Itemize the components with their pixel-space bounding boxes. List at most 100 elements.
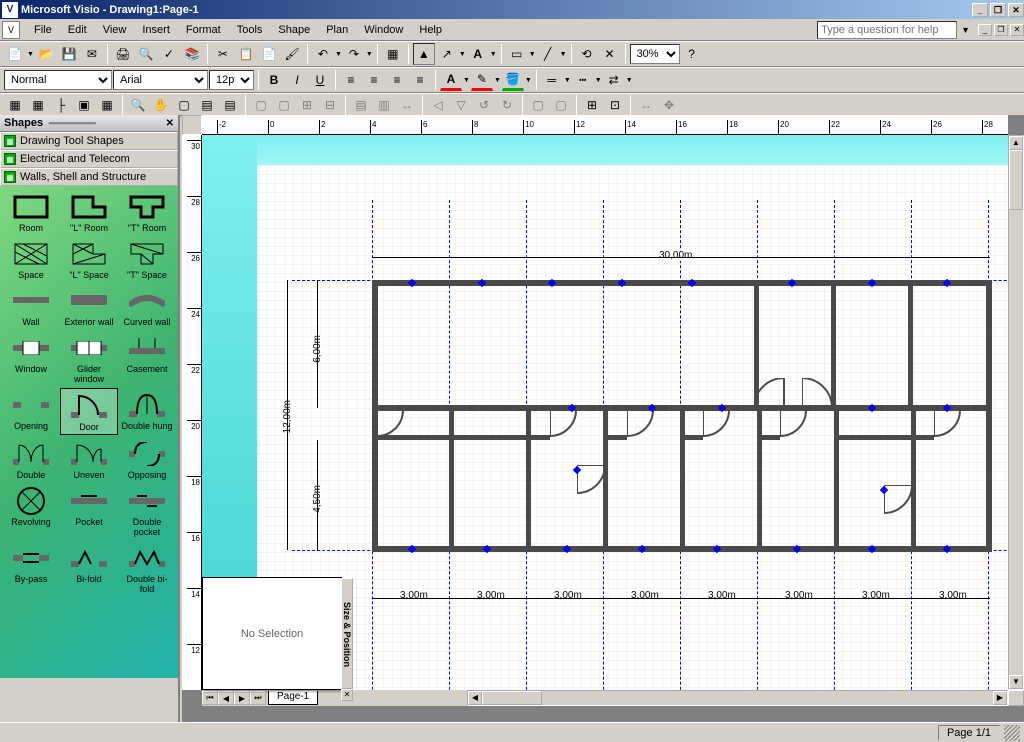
glue-button[interactable]: ▦ <box>96 94 118 116</box>
shape-item-revolving[interactable]: Revolving <box>2 484 60 539</box>
flip-v-button[interactable]: ▽ <box>450 94 472 116</box>
text-tool[interactable]: A <box>467 43 489 65</box>
shape-item-double-bi-fold[interactable]: Double bi-fold <box>118 541 176 596</box>
mail-button[interactable]: ✉ <box>81 43 103 65</box>
menu-file[interactable]: File <box>26 22 60 38</box>
snap-button[interactable]: ▣ <box>73 94 95 116</box>
layer-button[interactable]: ▤ <box>196 94 218 116</box>
canvas[interactable]: 30,00m 6,00m 12,00m 4,50m 3,00m 3,00m 3,… <box>257 165 1008 690</box>
shape-item-bi-fold[interactable]: Bi-fold <box>60 541 118 596</box>
close-button[interactable]: ✕ <box>1008 3 1024 17</box>
shape-item-space[interactable]: Space <box>2 237 60 282</box>
group-button[interactable]: ⊞ <box>296 94 318 116</box>
menu-window[interactable]: Window <box>356 22 411 38</box>
cut-button[interactable]: ✂ <box>212 43 234 65</box>
help-search-input[interactable] <box>817 21 957 39</box>
fontsize-dropdown[interactable]: 12pt <box>209 70 254 90</box>
zoom-in-button[interactable]: 🔍 <box>127 94 149 116</box>
shape-item-double[interactable]: Double <box>2 437 60 482</box>
rotate-button[interactable]: ⟲ <box>576 43 598 65</box>
ruler-corner[interactable] <box>182 115 202 135</box>
last-page-button[interactable]: ⏭ <box>250 691 266 705</box>
paste-button[interactable]: 📄 <box>258 43 280 65</box>
shape-item-glider-window[interactable]: Glider window <box>60 331 118 386</box>
size-position-close[interactable]: ✕ <box>341 689 353 701</box>
italic-button[interactable]: I <box>286 69 308 91</box>
distribute-button[interactable]: ▥ <box>373 94 395 116</box>
shape-item-double-hung[interactable]: Double hung <box>118 388 176 435</box>
menu-edit[interactable]: Edit <box>60 22 95 38</box>
document-icon[interactable]: V <box>2 21 20 39</box>
reroute-button[interactable]: ⊡ <box>604 94 626 116</box>
spell-button[interactable]: ✓ <box>158 43 180 65</box>
horizontal-ruler[interactable]: -20246810121416182022242628 <box>202 115 1008 135</box>
restore-button[interactable]: ❐ <box>990 3 1006 17</box>
fragment-button[interactable]: ▢ <box>550 94 572 116</box>
vertical-scrollbar[interactable]: ▲ ▼ <box>1008 135 1024 690</box>
guides-button[interactable]: ▦ <box>27 94 49 116</box>
page-tab-1[interactable]: Page-1 <box>268 691 318 705</box>
bring-front-button[interactable]: ▢ <box>250 94 272 116</box>
menu-plan[interactable]: Plan <box>318 22 356 38</box>
shapes-window-button[interactable]: ▦ <box>382 43 404 65</box>
align-right-button[interactable]: ≡ <box>386 69 408 91</box>
horizontal-scrollbar[interactable]: ◀ ▶ <box>467 690 1008 706</box>
stencil-electrical[interactable]: ▦Electrical and Telecom <box>0 150 178 168</box>
shapes-close-button[interactable]: ✕ <box>166 118 174 129</box>
help-button[interactable]: ? <box>681 43 703 65</box>
pan-button[interactable]: ✋ <box>150 94 172 116</box>
scroll-right-button[interactable]: ▶ <box>993 691 1007 705</box>
line-tool[interactable]: ╱ <box>537 43 559 65</box>
vertical-ruler[interactable]: 30282624222018161412 <box>182 135 202 690</box>
shape-item--l-room[interactable]: "L" Room <box>60 190 118 235</box>
shape-item-pocket[interactable]: Pocket <box>60 484 118 539</box>
save-button[interactable]: 💾 <box>58 43 80 65</box>
reverse-ends-button[interactable]: ↔ <box>635 94 657 116</box>
open-button[interactable]: 📂 <box>35 43 57 65</box>
size-position-title[interactable]: Size & Position <box>341 578 353 689</box>
connectors-button[interactable]: ├ <box>50 94 72 116</box>
pointer-tool[interactable]: ▲ <box>413 43 435 65</box>
connect-shapes-button[interactable]: ↔ <box>396 94 418 116</box>
rotate-left-button[interactable]: ↺ <box>473 94 495 116</box>
size-position-window[interactable]: Size & Position No Selection ✕ <box>202 577 342 690</box>
floorplan[interactable]: 30,00m 6,00m 12,00m 4,50m 3,00m 3,00m 3,… <box>372 280 992 620</box>
first-page-button[interactable]: ⏮ <box>202 691 218 705</box>
shape-item--t-space[interactable]: "T" Space <box>118 237 176 282</box>
shape-item-wall[interactable]: Wall <box>2 284 60 329</box>
line-weight-button[interactable]: ═ <box>541 69 563 91</box>
bold-button[interactable]: B <box>263 69 285 91</box>
mdi-restore[interactable]: ❐ <box>994 24 1008 36</box>
line-color-button[interactable]: ✎ <box>471 69 493 91</box>
flip-h-button[interactable]: ◁ <box>427 94 449 116</box>
undo-button[interactable]: ↶ <box>312 43 334 65</box>
rectangle-tool[interactable]: ▭ <box>506 43 528 65</box>
font-color-button[interactable]: A <box>440 69 462 91</box>
resize-grip[interactable] <box>1004 725 1020 741</box>
align-justify-button[interactable]: ≡ <box>409 69 431 91</box>
mdi-minimize[interactable]: _ <box>978 24 992 36</box>
connector-tool[interactable]: ↗ <box>436 43 458 65</box>
scroll-thumb-h[interactable] <box>482 691 542 705</box>
shape-item-by-pass[interactable]: By-pass <box>2 541 60 596</box>
shape-item-window[interactable]: Window <box>2 331 60 386</box>
connection-point-button[interactable]: ✕ <box>599 43 621 65</box>
full-screen-button[interactable]: ▢ <box>173 94 195 116</box>
shape-item-room[interactable]: Room <box>2 190 60 235</box>
shape-item--l-space[interactable]: "L" Space <box>60 237 118 282</box>
copy-button[interactable]: 📋 <box>235 43 257 65</box>
shape-item-uneven[interactable]: Uneven <box>60 437 118 482</box>
align-center-button[interactable]: ≡ <box>363 69 385 91</box>
prev-page-button[interactable]: ◀ <box>218 691 234 705</box>
grid-button[interactable]: ▦ <box>4 94 26 116</box>
menu-tools[interactable]: Tools <box>229 22 271 38</box>
menu-help[interactable]: Help <box>411 22 450 38</box>
ungroup-button[interactable]: ⊟ <box>319 94 341 116</box>
layout-button[interactable]: ⊞ <box>581 94 603 116</box>
align-button[interactable]: ▤ <box>350 94 372 116</box>
font-dropdown[interactable]: Arial <box>113 70 208 90</box>
scroll-left-button[interactable]: ◀ <box>468 691 482 705</box>
shape-item-exterior-wall[interactable]: Exterior wall <box>60 284 118 329</box>
shape-item-curved-wall[interactable]: Curved wall <box>118 284 176 329</box>
move-button[interactable]: ✥ <box>658 94 680 116</box>
